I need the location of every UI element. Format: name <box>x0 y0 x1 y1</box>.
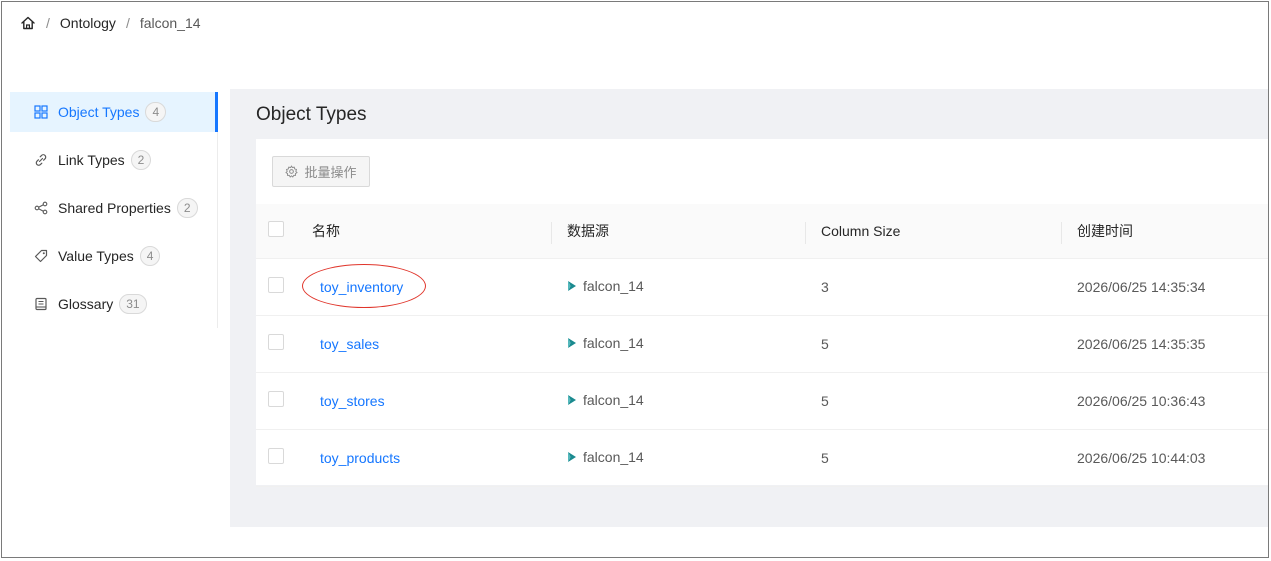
created-time-value: 2026/06/25 10:44:03 <box>1077 449 1206 466</box>
book-icon <box>34 297 48 311</box>
datasource-icon <box>567 280 577 292</box>
datasource-name: falcon_14 <box>583 449 644 465</box>
page-title: Object Types <box>256 104 367 125</box>
row-checkbox[interactable] <box>268 391 284 407</box>
object-type-link[interactable]: toy_inventory <box>320 279 403 295</box>
count-badge: 2 <box>176 198 198 218</box>
sidebar-item-object-types[interactable]: Object Types 4 <box>10 92 218 132</box>
sidebar-item-label: Object Types <box>58 104 140 120</box>
column-header-name: 名称 <box>312 222 340 239</box>
object-types-table: 名称 数据源 Column Size 创建时间 toy_inventory fa… <box>256 204 1268 487</box>
sidebar-item-label: Shared Properties <box>58 200 171 216</box>
column-size-value: 5 <box>821 335 829 352</box>
created-time-value: 2026/06/25 14:35:35 <box>1077 335 1206 352</box>
column-size-value: 5 <box>821 392 829 409</box>
breadcrumb-separator: / <box>125 15 130 31</box>
column-size-value: 3 <box>821 278 829 295</box>
sidebar-item-link-types[interactable]: Link Types 2 <box>10 140 217 180</box>
select-all-checkbox[interactable] <box>268 221 284 238</box>
datasource-name: falcon_14 <box>583 392 644 408</box>
share-icon <box>34 201 48 215</box>
created-time-value: 2026/06/25 14:35:34 <box>1077 278 1206 295</box>
datasource-icon <box>567 394 577 406</box>
count-badge: 4 <box>139 246 161 266</box>
column-divider <box>551 222 552 244</box>
link-icon <box>34 153 48 167</box>
row-checkbox[interactable] <box>268 448 284 464</box>
main-panel: Object Types 批量操作 名称 数据源 Column Size 创建时… <box>230 89 1268 527</box>
sidebar-item-shared-properties[interactable]: Shared Properties 2 <box>10 188 217 228</box>
table-row: toy_products falcon_14 5 2026/06/25 10:4… <box>256 429 1268 486</box>
column-size-value: 5 <box>821 449 829 466</box>
sidebar-item-glossary[interactable]: Glossary 31 <box>10 284 217 324</box>
object-type-link[interactable]: toy_sales <box>320 336 379 352</box>
created-time-value: 2026/06/25 10:36:43 <box>1077 392 1206 409</box>
breadcrumb-separator: / <box>46 15 50 31</box>
sidebar: Object Types 4 Link Types 2 Shared Prope… <box>10 92 218 328</box>
row-checkbox[interactable] <box>268 334 284 350</box>
datasource-name: falcon_14 <box>583 278 644 294</box>
count-badge: 4 <box>145 102 167 122</box>
object-type-link[interactable]: toy_products <box>320 450 400 466</box>
column-divider <box>1061 222 1062 244</box>
datasource-icon <box>567 337 577 349</box>
sidebar-item-value-types[interactable]: Value Types 4 <box>10 236 217 276</box>
object-types-card: 批量操作 名称 数据源 Column Size 创建时间 toy_invento… <box>256 139 1268 487</box>
datasource-name: falcon_14 <box>583 335 644 351</box>
batch-operation-label: 批量操作 <box>304 165 357 180</box>
sidebar-item-label: Value Types <box>58 248 134 264</box>
column-header-created: 创建时间 <box>1077 222 1133 239</box>
home-icon[interactable] <box>20 15 36 31</box>
datasource-icon <box>567 451 577 463</box>
app-window: / Ontology / falcon_14 Object Types 4 Li… <box>1 1 1269 558</box>
column-header-source: 数据源 <box>567 222 609 239</box>
grid-icon <box>34 105 48 119</box>
breadcrumb-ontology[interactable]: Ontology <box>60 15 116 31</box>
gear-icon <box>285 165 299 178</box>
table-header-row: 名称 数据源 Column Size 创建时间 <box>256 204 1268 259</box>
count-badge: 31 <box>119 294 147 314</box>
object-type-link[interactable]: toy_stores <box>320 393 385 409</box>
table-row: toy_inventory falcon_14 3 2026/06/25 14:… <box>256 258 1268 315</box>
row-checkbox[interactable] <box>268 277 284 293</box>
breadcrumb: / Ontology / falcon_14 <box>20 13 201 33</box>
table-row: toy_sales falcon_14 5 2026/06/25 14:35:3… <box>256 315 1268 372</box>
breadcrumb-current: falcon_14 <box>139 15 201 31</box>
batch-operation-button[interactable]: 批量操作 <box>272 156 370 187</box>
sidebar-item-label: Link Types <box>58 152 125 168</box>
sidebar-item-label: Glossary <box>58 296 114 312</box>
tag-icon <box>34 249 48 263</box>
table-row: toy_stores falcon_14 5 2026/06/25 10:36:… <box>256 372 1268 429</box>
column-divider <box>805 222 806 244</box>
column-header-column-size: Column Size <box>821 222 901 239</box>
count-badge: 2 <box>130 150 152 170</box>
